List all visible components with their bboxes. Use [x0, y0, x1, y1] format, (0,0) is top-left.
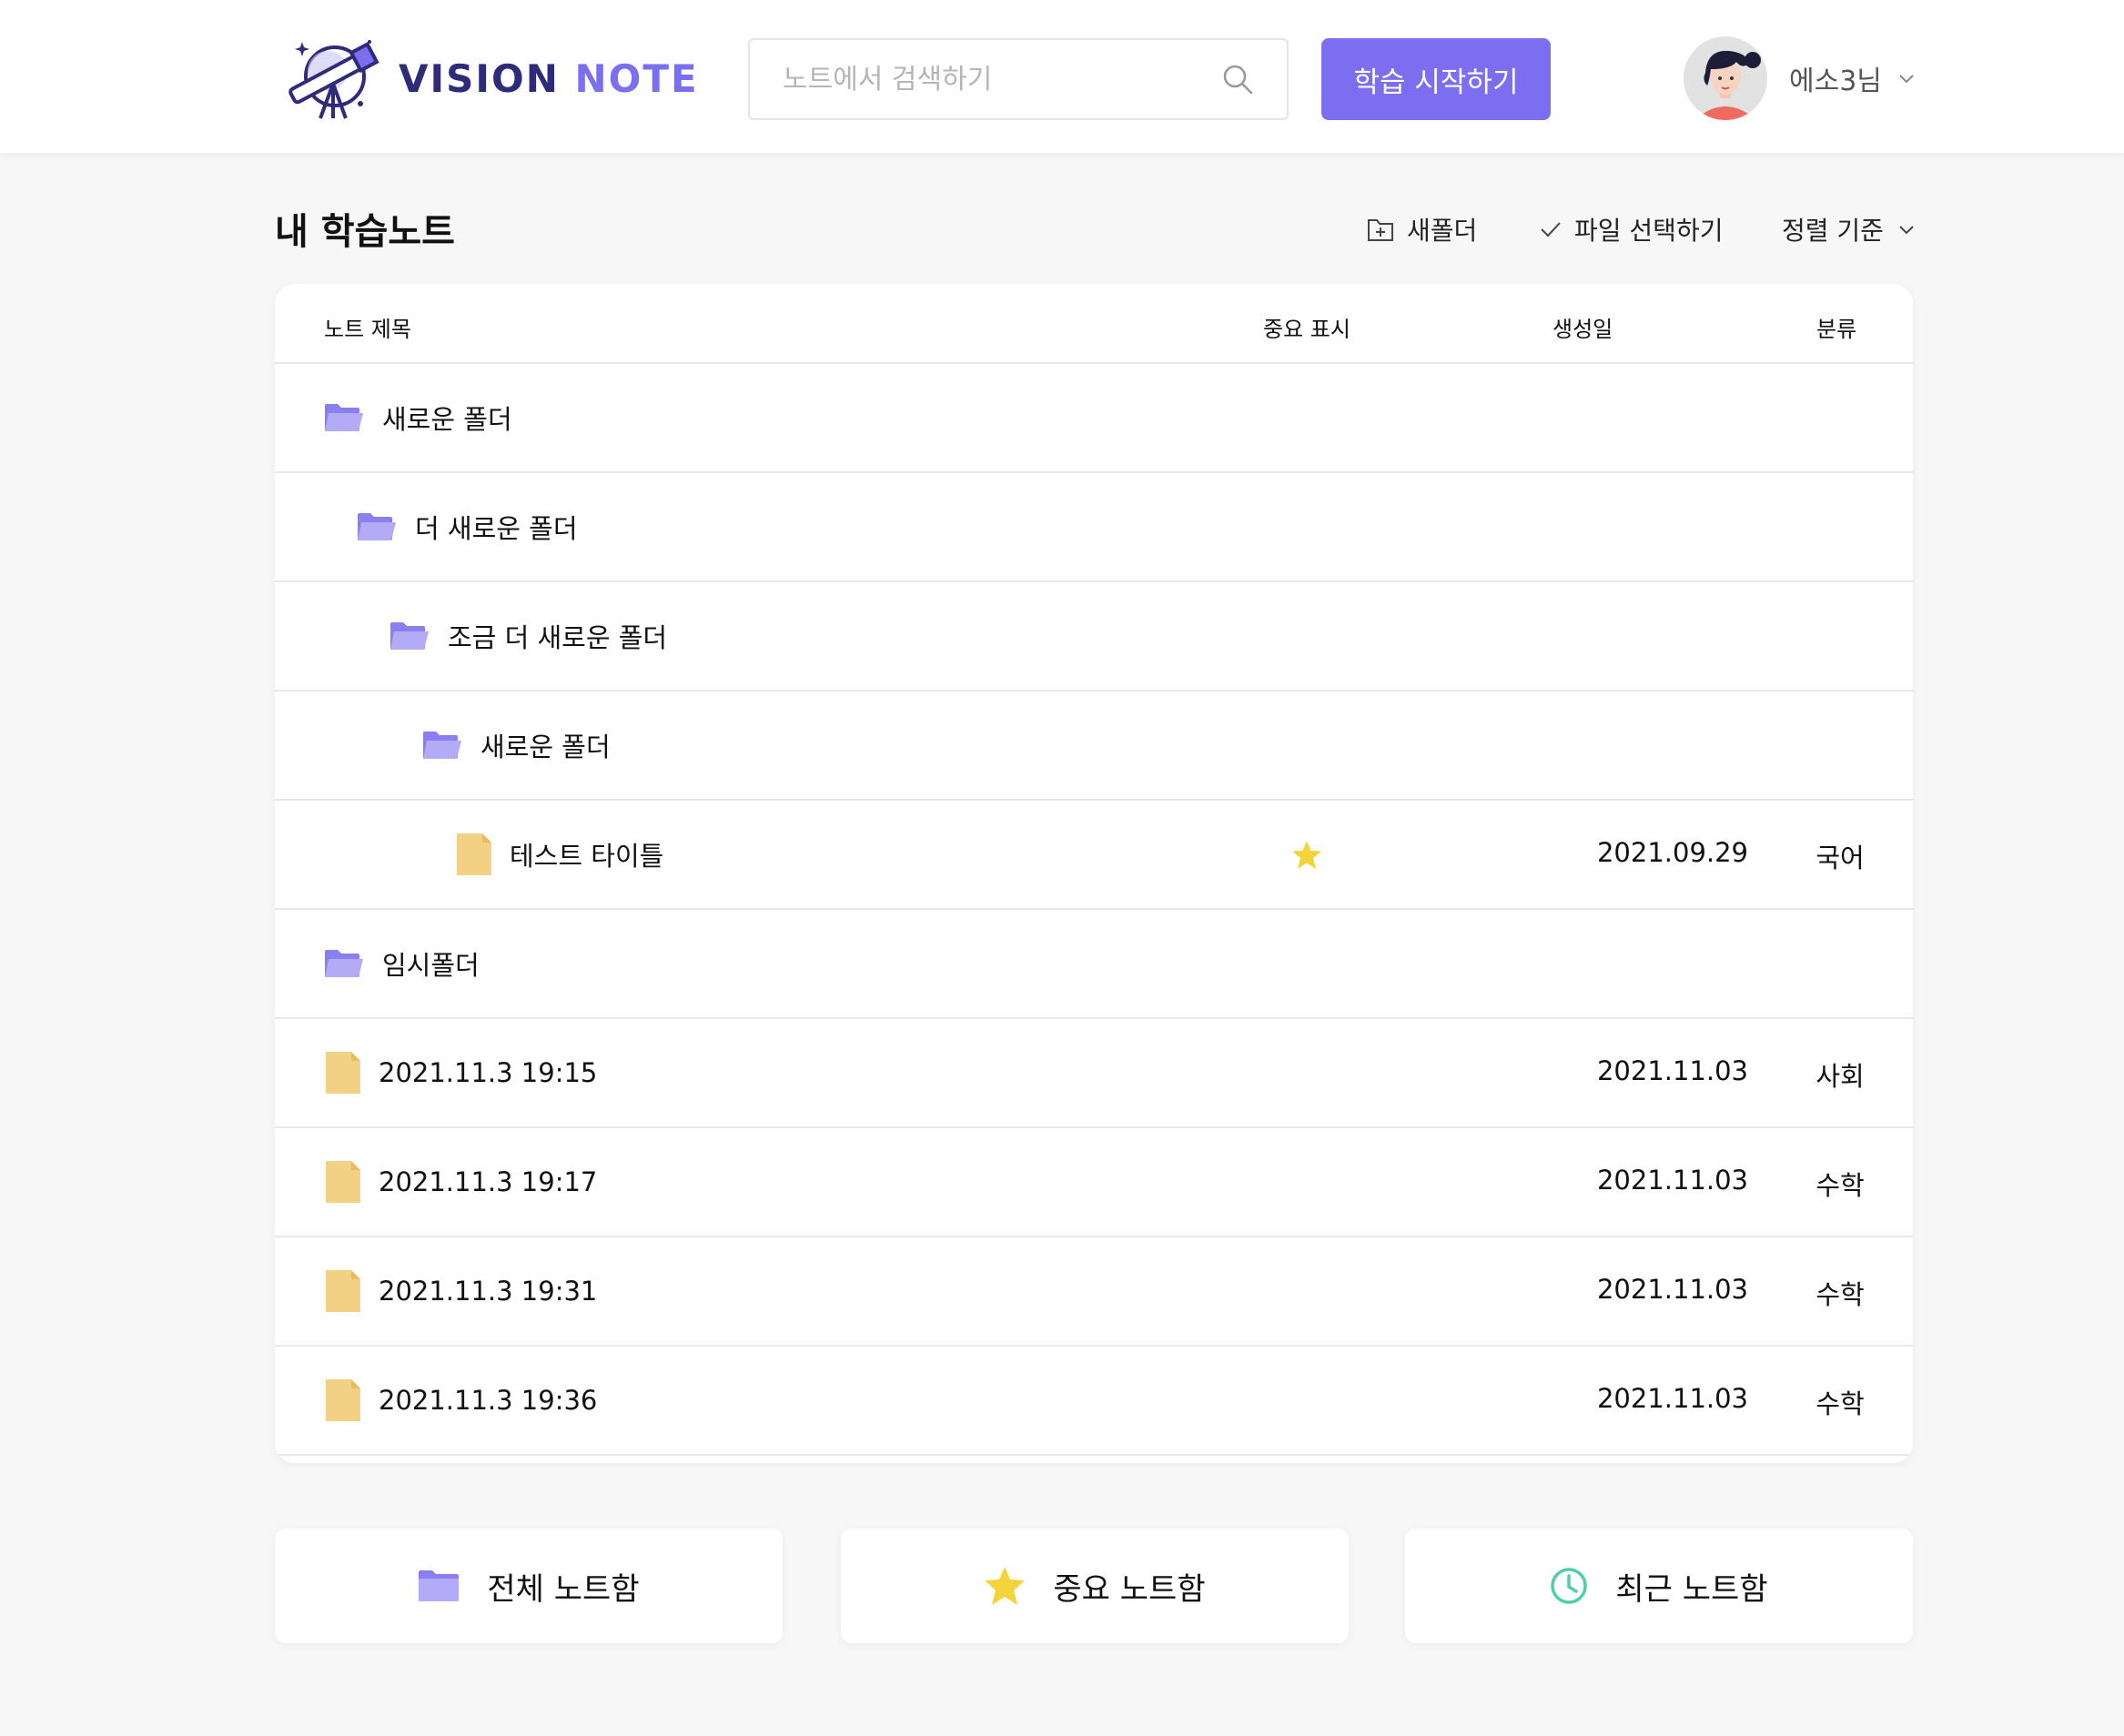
- folder-icon: [419, 1570, 460, 1601]
- row-label: 새로운 폴더: [480, 732, 611, 762]
- row-name: 새로운 폴더: [324, 364, 512, 471]
- row-created: 2021.11.03: [1596, 1165, 1749, 1196]
- select-files-button[interactable]: 파일 선택하기: [1540, 211, 1723, 247]
- page-title: 내 학습노트: [275, 211, 455, 253]
- table-row[interactable]: 테스트 타이틀 2021.09.29 국어: [275, 801, 1913, 910]
- telescope-logo-icon: [288, 40, 379, 119]
- all-notes-label: 전체 노트함: [487, 1570, 640, 1608]
- star-icon: [985, 1567, 1026, 1605]
- row-label: 임시폴더: [382, 950, 480, 981]
- star-icon[interactable]: [1290, 839, 1323, 872]
- file-icon: [457, 833, 491, 875]
- recent-notes-label: 최근 노트함: [1615, 1570, 1768, 1608]
- file-icon: [326, 1379, 360, 1421]
- column-important[interactable]: 중요 표시: [1263, 311, 1350, 343]
- important-notes-label: 중요 노트함: [1053, 1570, 1206, 1608]
- important-notes-box[interactable]: 중요 노트함: [841, 1529, 1349, 1643]
- table-row[interactable]: 조금 더 새로운 폴더: [275, 582, 1913, 691]
- column-category[interactable]: 분류: [1816, 311, 1856, 343]
- new-folder-label: 새폴더: [1407, 216, 1478, 246]
- table-row[interactable]: 더 새로운 폴더: [275, 473, 1913, 582]
- row-name: 2021.11.3 19:36: [326, 1347, 597, 1454]
- search-box: [748, 38, 1289, 120]
- file-icon: [326, 1161, 360, 1203]
- logo-vision: VISION: [399, 56, 560, 101]
- table-row[interactable]: 2021.11.3 19:36 2021.11.03 수학: [275, 1347, 1913, 1456]
- sort-label: 정렬 기준: [1782, 216, 1884, 246]
- all-notes-box[interactable]: 전체 노트함: [275, 1529, 783, 1643]
- username: 에소3님: [1789, 66, 1882, 97]
- table-row[interactable]: 새로운 폴더: [275, 691, 1913, 801]
- folder-icon: [325, 404, 363, 431]
- folder-icon: [325, 950, 363, 977]
- recent-notes-box[interactable]: 최근 노트함: [1405, 1529, 1913, 1643]
- row-label: 2021.11.3 19:31: [379, 1276, 598, 1307]
- row-name: 조금 더 새로운 폴더: [389, 582, 667, 690]
- chevron-down-icon[interactable]: [1896, 68, 1917, 88]
- row-name: 2021.11.3 19:17: [326, 1128, 597, 1236]
- new-folder-button[interactable]: 새폴더: [1367, 211, 1477, 247]
- logo-text: VISION NOTE: [399, 56, 699, 101]
- table-row[interactable]: 새로운 폴더: [275, 364, 1913, 473]
- row-created: 2021.11.03: [1596, 1274, 1749, 1305]
- row-label: 더 새로운 폴더: [415, 513, 578, 544]
- folder-icon: [358, 513, 396, 540]
- top-header: VISION NOTE 학습 시작하기 에소3님: [0, 0, 2124, 153]
- row-name: 새로운 폴더: [422, 691, 611, 799]
- row-category: 사회: [1816, 1061, 1865, 1092]
- notes-table: 노트 제목 중요 표시 생성일 분류 새로운 폴더 더 새로운 폴더 조금 더 …: [275, 284, 1913, 1463]
- row-name: 더 새로운 폴더: [357, 473, 578, 580]
- row-name: 2021.11.3 19:31: [326, 1237, 597, 1345]
- row-category: 국어: [1816, 843, 1865, 873]
- search-icon[interactable]: [1221, 63, 1254, 96]
- row-category: 수학: [1816, 1170, 1865, 1201]
- row-label: 2021.11.3 19:36: [379, 1385, 598, 1416]
- row-label: 2021.11.3 19:17: [379, 1166, 598, 1197]
- logo[interactable]: VISION NOTE: [278, 35, 699, 122]
- folder-icon: [423, 732, 461, 759]
- row-created: 2021.09.29: [1596, 837, 1749, 868]
- file-icon: [326, 1270, 360, 1312]
- row-label: 테스트 타이틀: [510, 841, 664, 872]
- row-created: 2021.11.03: [1596, 1055, 1749, 1086]
- row-name: 테스트 타이틀: [457, 801, 663, 908]
- sort-dropdown[interactable]: 정렬 기준: [1782, 211, 1917, 247]
- file-icon: [326, 1052, 360, 1094]
- avatar[interactable]: [1684, 36, 1767, 120]
- row-name: 2021.11.3 19:15: [326, 1019, 597, 1126]
- clock-icon: [1551, 1568, 1588, 1604]
- table-header: 노트 제목 중요 표시 생성일 분류: [275, 284, 1913, 364]
- select-files-label: 파일 선택하기: [1574, 216, 1724, 246]
- avatar-image-icon: [1684, 36, 1767, 120]
- table-row[interactable]: 임시폴더: [275, 910, 1913, 1019]
- search-input[interactable]: [783, 63, 1221, 96]
- row-category: 수학: [1816, 1388, 1865, 1419]
- table-row[interactable]: 2021.11.3 19:31 2021.11.03 수학: [275, 1237, 1913, 1347]
- logo-note: NOTE: [574, 56, 699, 101]
- row-label: 조금 더 새로운 폴더: [448, 622, 668, 653]
- table-row[interactable]: 2021.11.3 19:15 2021.11.03 사회: [275, 1019, 1913, 1128]
- column-created[interactable]: 생성일: [1553, 311, 1613, 343]
- start-learning-button[interactable]: 학습 시작하기: [1321, 38, 1551, 120]
- chevron-down-icon: [1899, 226, 1914, 235]
- row-name: 임시폴더: [324, 910, 480, 1017]
- row-label: 2021.11.3 19:15: [379, 1057, 598, 1088]
- row-label: 새로운 폴더: [382, 404, 512, 435]
- row-created: 2021.11.03: [1596, 1383, 1749, 1414]
- check-icon: [1541, 222, 1561, 237]
- column-title[interactable]: 노트 제목: [324, 311, 411, 343]
- row-category: 수학: [1816, 1279, 1865, 1310]
- new-folder-icon: [1368, 219, 1393, 241]
- folder-icon: [390, 622, 429, 650]
- table-row[interactable]: 2021.11.3 19:17 2021.11.03 수학: [275, 1128, 1913, 1237]
- profile-menu[interactable]: 에소3님: [1684, 36, 1917, 120]
